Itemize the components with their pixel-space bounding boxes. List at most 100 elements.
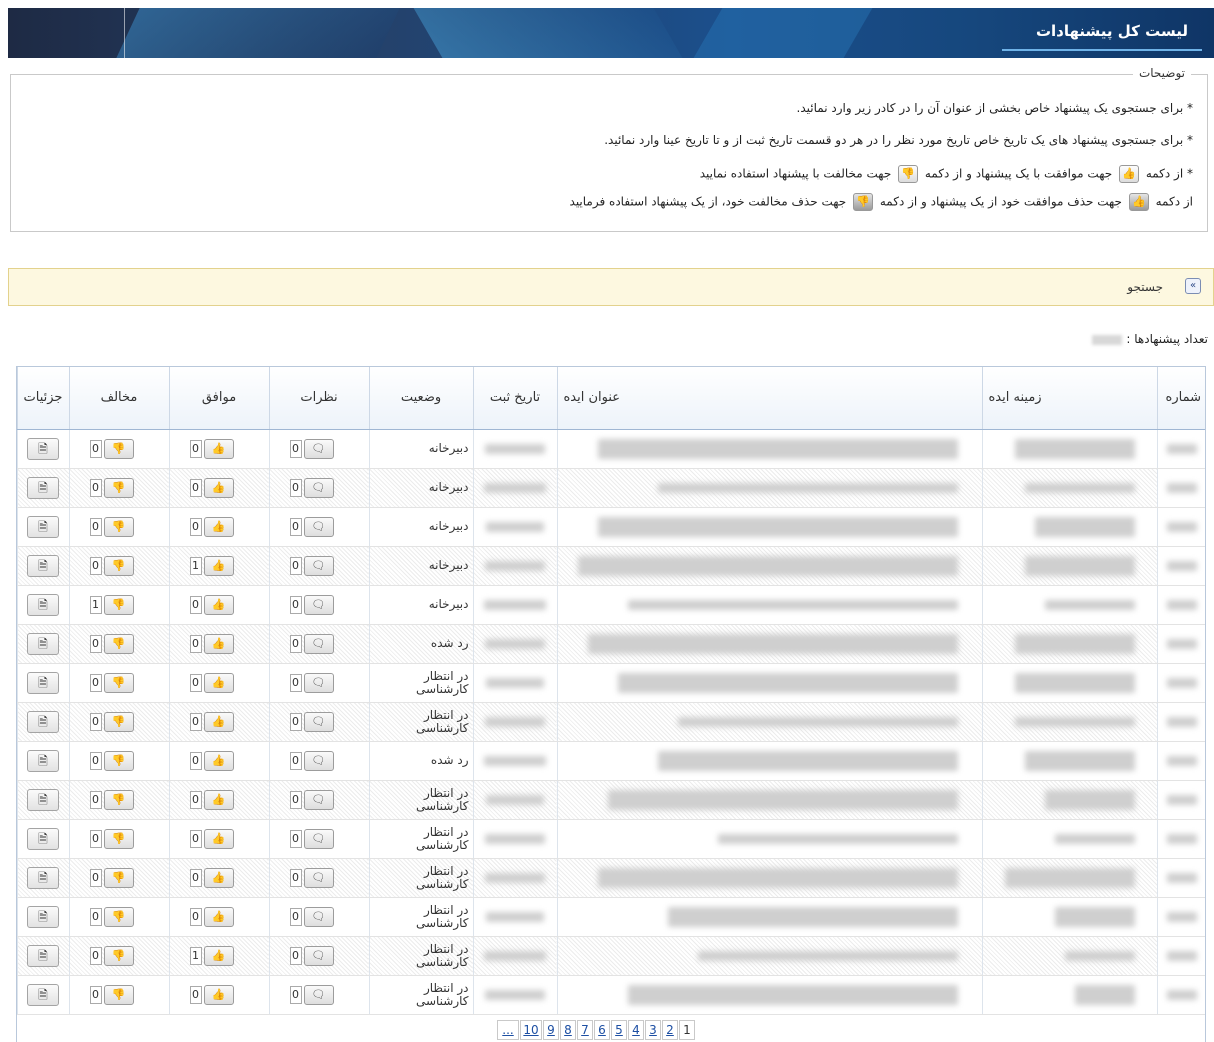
cell-title[interactable] [556,585,982,625]
comment-icon[interactable]: 🗨 [303,555,334,576]
comment-icon[interactable]: 🗨 [303,672,334,693]
thumbs-down-icon[interactable]: 👎 [103,438,134,459]
thumbs-down-icon[interactable]: 👎 [103,711,134,732]
thumbs-up-icon[interactable]: 👍 [203,633,234,654]
thumbs-up-icon[interactable]: 👍 [203,984,234,1005]
pager-page[interactable]: 6 [594,1020,610,1040]
document-icon[interactable]: 🗎 [27,983,59,1006]
comment-icon[interactable]: 🗨 [303,633,334,654]
title-underline [1002,49,1202,51]
thumbs-down-icon[interactable]: 👎 [103,906,134,927]
thumbs-up-icon[interactable]: 👍 [203,750,234,771]
document-icon[interactable]: 🗎 [27,827,59,850]
cell-title[interactable] [556,741,982,781]
thumbs-down-icon[interactable]: 👎 [103,945,134,966]
comment-icon[interactable]: 🗨 [303,906,334,927]
search-panel[interactable]: » جستجو [8,268,1214,306]
column-header-number[interactable]: شماره [1156,367,1205,430]
pager-page[interactable]: 4 [628,1020,644,1040]
column-header-field[interactable]: زمینه ایده [981,367,1157,430]
thumbs-down-icon[interactable]: 👎 [103,672,134,693]
thumbs-up-icon[interactable]: 👍 [203,945,234,966]
comment-icon[interactable]: 🗨 [303,516,334,537]
cell-title[interactable] [556,624,982,664]
expand-icon[interactable]: » [1185,278,1201,294]
thumbs-down-icon[interactable]: 👎 [103,789,134,810]
thumbs-up-icon[interactable]: 👍 [203,555,234,576]
document-icon[interactable]: 🗎 [27,632,59,655]
comment-icon[interactable]: 🗨 [303,594,334,615]
document-icon[interactable]: 🗎 [27,554,59,577]
column-header-status[interactable]: وضعیت [368,367,473,430]
pager-page[interactable]: 9 [543,1020,559,1040]
pager-page[interactable]: 8 [560,1020,576,1040]
comment-icon[interactable]: 🗨 [303,984,334,1005]
document-icon[interactable]: 🗎 [27,515,59,538]
pager-page[interactable]: 2 [662,1020,678,1040]
cell-title[interactable] [556,429,982,469]
pager-page[interactable]: 3 [645,1020,661,1040]
document-icon[interactable]: 🗎 [27,788,59,811]
document-icon[interactable]: 🗎 [27,944,59,967]
document-icon[interactable]: 🗎 [27,437,59,460]
column-header-agree[interactable]: موافق [168,367,269,430]
thumbs-down-icon[interactable]: 👎 [103,555,134,576]
column-header-title[interactable]: عنوان ایده [556,367,982,430]
thumbs-down-icon[interactable]: 👎 [103,516,134,537]
document-icon[interactable]: 🗎 [27,671,59,694]
document-icon[interactable]: 🗎 [27,749,59,772]
search-label[interactable]: جستجو [1127,280,1163,294]
comment-icon[interactable]: 🗨 [303,945,334,966]
column-header-details[interactable]: جزئیات [16,367,69,430]
cell-title[interactable] [556,663,982,703]
thumbs-up-icon[interactable]: 👍 [203,594,234,615]
thumbs-down-icon[interactable]: 👎 [103,750,134,771]
comment-icon[interactable]: 🗨 [303,477,334,498]
comment-icon[interactable]: 🗨 [303,750,334,771]
thumbs-down-icon[interactable]: 👎 [103,477,134,498]
document-icon[interactable]: 🗎 [27,710,59,733]
cell-title[interactable] [556,897,982,937]
thumbs-up-icon[interactable]: 👍 [203,867,234,888]
comment-icon[interactable]: 🗨 [303,438,334,459]
document-icon[interactable]: 🗎 [27,476,59,499]
pager-page[interactable]: 7 [577,1020,593,1040]
column-header-date[interactable]: تاریخ ثبت [472,367,557,430]
column-header-comments[interactable]: نظرات [268,367,369,430]
thumbs-up-icon[interactable]: 👍 [203,672,234,693]
pager-page[interactable]: 10 [520,1020,542,1040]
thumbs-up-icon[interactable]: 👍 [203,828,234,849]
pager-page[interactable]: 1 [679,1020,695,1040]
comment-icon[interactable]: 🗨 [303,711,334,732]
document-icon[interactable]: 🗎 [27,905,59,928]
cell-title[interactable] [556,468,982,508]
cell-title[interactable] [556,936,982,976]
cell-title[interactable] [556,819,982,859]
pager-page[interactable]: 5 [611,1020,627,1040]
thumbs-up-icon[interactable]: 👍 [203,789,234,810]
thumbs-down-icon[interactable]: 👎 [103,984,134,1005]
cell-title[interactable] [556,780,982,820]
thumbs-down-icon[interactable]: 👎 [103,828,134,849]
cell-title[interactable] [556,858,982,898]
thumbs-up-icon[interactable]: 👍 [203,906,234,927]
thumbs-up-icon[interactable]: 👍 [203,438,234,459]
comment-icon[interactable]: 🗨 [303,789,334,810]
cell-title[interactable] [556,507,982,547]
document-icon[interactable]: 🗎 [27,593,59,616]
thumbs-up-icon[interactable]: 👍 [203,477,234,498]
thumbs-down-icon[interactable]: 👎 [103,594,134,615]
cell-title[interactable] [556,702,982,742]
thumbs-up-icon[interactable]: 👍 [203,516,234,537]
thumbs-down-icon[interactable]: 👎 [103,633,134,654]
document-icon[interactable]: 🗎 [27,866,59,889]
cell-disagree: 0 👎 [68,936,169,976]
thumbs-up-icon[interactable]: 👍 [203,711,234,732]
comment-icon[interactable]: 🗨 [303,867,334,888]
pager-more[interactable]: ... [497,1020,519,1040]
thumbs-down-icon[interactable]: 👎 [103,867,134,888]
cell-title[interactable] [556,546,982,586]
cell-title[interactable] [556,975,982,1015]
comment-icon[interactable]: 🗨 [303,828,334,849]
column-header-disagree[interactable]: مخالف [68,367,169,430]
